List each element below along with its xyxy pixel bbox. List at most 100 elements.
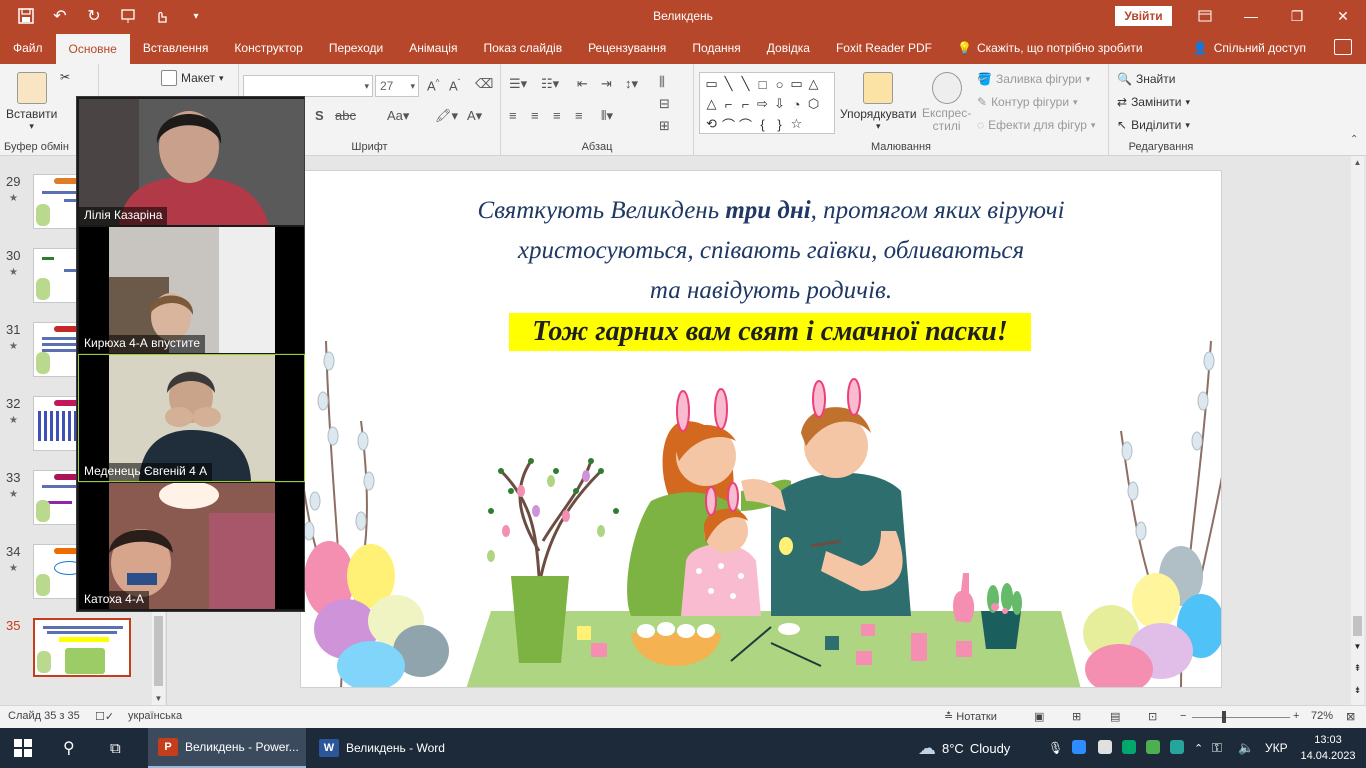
slide-counter[interactable]: Слайд 35 з 35 (8, 710, 80, 722)
font-name-select[interactable] (243, 75, 373, 97)
tab-transitions[interactable]: Переходи (316, 32, 396, 64)
share-button[interactable]: 👤 Спільний доступ (1193, 32, 1306, 64)
tell-me-box[interactable]: 💡 Скажіть, що потрібно зробити (945, 32, 1143, 64)
more-icon[interactable]: ▾ (180, 2, 212, 30)
chat-tray-icon[interactable] (1098, 740, 1112, 754)
touch-mode-icon[interactable] (146, 2, 178, 30)
zoom-out-button[interactable]: − (1180, 710, 1186, 722)
comment-icon[interactable] (1334, 39, 1352, 55)
slide-highlight-text[interactable]: Тож гарних вам свят і смачної паски! (509, 313, 1031, 351)
tab-slideshow[interactable]: Показ слайдів (470, 32, 575, 64)
select-button[interactable]: ↖ Виділити ▾ (1117, 118, 1190, 132)
case-icon[interactable]: Aa▾ (387, 108, 409, 124)
strike-icon[interactable]: abc (335, 108, 356, 123)
align-right-icon[interactable]: ≡ (553, 108, 561, 123)
zoom-slider-thumb[interactable] (1222, 711, 1226, 723)
decrease-indent-icon[interactable]: ⇤ (577, 76, 588, 92)
slide-body-text[interactable]: Святкують Великдень три дні, протягом як… (381, 191, 1161, 311)
layout-button[interactable]: Макет ▾ (161, 70, 224, 86)
highlight-icon[interactable]: 🖍▾ (435, 108, 458, 124)
clear-format-icon[interactable]: ⌫ (475, 76, 493, 92)
shape-outline-button[interactable]: ✎ Контур фігури ▾ (977, 95, 1078, 109)
font-size-select[interactable]: 27 (375, 75, 419, 97)
next-slide-icon[interactable]: ⇟ (1351, 684, 1364, 697)
redo-icon[interactable]: ↻ (78, 2, 110, 30)
zoom-in-button[interactable]: + (1293, 710, 1299, 722)
network-icon[interactable]: ⚿ (1212, 728, 1222, 768)
shape-effects-button[interactable]: ◌ Ефекти для фігур ▾ (977, 118, 1095, 132)
reading-view-icon[interactable]: ▤ (1110, 710, 1120, 723)
tab-help[interactable]: Довідка (754, 32, 823, 64)
increase-indent-icon[interactable]: ⇥ (601, 76, 612, 92)
tab-insert[interactable]: Вставлення (130, 32, 222, 64)
normal-view-icon[interactable]: ▣ (1034, 710, 1044, 723)
sign-in-button[interactable]: Увійти (1115, 6, 1172, 26)
slide-sorter-icon[interactable]: ⊞ (1072, 710, 1081, 723)
input-language[interactable]: УКР (1265, 728, 1288, 768)
replace-button[interactable]: ⇄ Замінити ▾ (1117, 95, 1190, 109)
fit-slide-icon[interactable]: ⊠ (1346, 710, 1355, 723)
security-tray-icon[interactable] (1146, 740, 1160, 754)
arrange-button[interactable]: Упорядкувати ▾ (840, 72, 917, 132)
zoom-slider[interactable] (1192, 717, 1290, 718)
tab-design[interactable]: Конструктор (221, 32, 315, 64)
align-text-icon[interactable]: ⊟ (659, 96, 670, 112)
sync-tray-icon[interactable] (1170, 740, 1184, 754)
zoom-level[interactable]: 72% (1311, 710, 1333, 722)
spellcheck-icon[interactable]: ☐✓ (95, 710, 114, 723)
text-direction-icon[interactable]: ⫼ (659, 74, 665, 90)
bullets-icon[interactable]: ☰▾ (509, 76, 527, 92)
ribbon-display-icon[interactable] (1182, 0, 1228, 32)
tab-view[interactable]: Подання (679, 32, 753, 64)
slide-canvas[interactable]: Святкують Великдень три дні, протягом як… (300, 170, 1222, 688)
restore-button[interactable]: ❐ (1274, 0, 1320, 32)
slideshow-icon[interactable]: ⊡ (1148, 710, 1157, 723)
shape-fill-button[interactable]: 🪣 Заливка фігури ▾ (977, 72, 1090, 86)
app-tray-icon[interactable] (1122, 740, 1136, 754)
taskbar-app-powerpoint[interactable]: P Великдень - Power... (148, 728, 306, 768)
scroll-down-icon[interactable]: ▼ (152, 692, 165, 705)
cut-icon[interactable]: ✂ (60, 70, 70, 84)
close-button[interactable]: ✕ (1320, 0, 1366, 32)
slide-scrollbar[interactable]: ▲ ▼ ⇞ ⇟ (1351, 156, 1364, 705)
participant-tile[interactable]: Катоха 4-А (79, 483, 304, 609)
taskbar-app-word[interactable]: W Великдень - Word (309, 728, 459, 768)
align-center-icon[interactable]: ≡ (531, 108, 539, 123)
language-indicator[interactable]: українська (128, 710, 182, 722)
undo-icon[interactable]: ↶ (44, 2, 76, 30)
tab-home[interactable]: Основне (55, 34, 130, 64)
save-icon[interactable] (10, 2, 42, 30)
tab-foxit[interactable]: Foxit Reader PDF (823, 32, 945, 64)
align-left-icon[interactable]: ≡ (509, 108, 517, 123)
present-icon[interactable] (112, 2, 144, 30)
participant-tile[interactable]: Меденець Євгеній 4 А (78, 354, 305, 482)
zoom-tray-icon[interactable] (1072, 740, 1086, 754)
clock[interactable]: 13:03 14.04.2023 (1300, 732, 1356, 764)
participant-tile[interactable]: Лілія Казаріна (79, 99, 304, 225)
minimize-button[interactable]: — (1228, 0, 1274, 32)
decrease-font-icon[interactable]: Aˇ (449, 78, 460, 93)
scroll-up-icon[interactable]: ▲ (1351, 156, 1364, 169)
show-hidden-icon[interactable]: ⌃ (1194, 728, 1203, 768)
prev-slide-icon[interactable]: ⇞ (1351, 662, 1364, 675)
search-icon[interactable]: ⚲ (63, 728, 75, 768)
scroll-down-icon[interactable]: ▼ (1351, 640, 1364, 653)
tab-review[interactable]: Рецензування (575, 32, 679, 64)
windows-start-icon[interactable] (14, 728, 32, 768)
justify-icon[interactable]: ≡ (575, 108, 583, 123)
shadow-icon[interactable]: S (315, 108, 324, 123)
microphone-icon[interactable]: 🎙 (1048, 728, 1063, 768)
line-spacing-icon[interactable]: ↕▾ (625, 76, 638, 92)
participant-tile[interactable]: Кирюха 4-А впустите (79, 227, 304, 353)
volume-icon[interactable]: 🔈 (1238, 728, 1254, 768)
increase-font-icon[interactable]: A^ (427, 78, 439, 93)
quick-styles-button[interactable]: Експрес- стилі (922, 72, 971, 133)
columns-icon[interactable]: ⫴▾ (601, 108, 613, 124)
paste-button[interactable]: Вставити ▾ (6, 72, 57, 132)
collapse-ribbon-icon[interactable]: ⌃ (1350, 134, 1358, 145)
video-call-panel[interactable]: Лілія Казаріна Кирюха 4-А впустите Меден… (76, 96, 305, 612)
notes-button[interactable]: ≛ Нотатки (944, 710, 997, 723)
tab-file[interactable]: Файл (0, 32, 56, 64)
numbering-icon[interactable]: ☷▾ (541, 76, 559, 92)
font-color-icon[interactable]: A▾ (467, 108, 482, 124)
